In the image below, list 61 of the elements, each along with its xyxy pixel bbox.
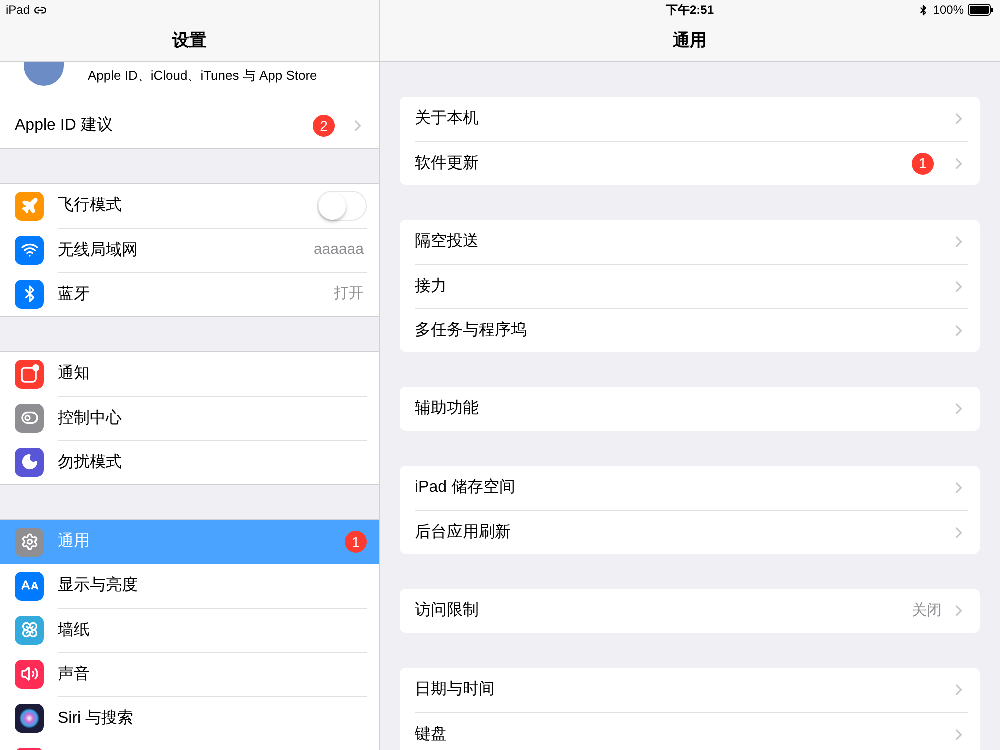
page-title: 通用 [673, 30, 707, 52]
settings-row[interactable]: 辅助功能 [400, 387, 980, 431]
item-label: Apple ID 建议 [15, 116, 114, 136]
item-label: 声音 [58, 664, 91, 684]
row-label: 访问限制 [415, 600, 480, 621]
notification-icon [15, 360, 44, 388]
item-label: 飞行模式 [58, 196, 123, 216]
battery-icon [968, 4, 994, 16]
settings-icon [15, 528, 44, 556]
item-label: 墙纸 [58, 620, 91, 640]
status-time: 下午2:51 [664, 2, 716, 19]
row-label: 多任务与程序坞 [415, 320, 528, 340]
item-label: 控制中心 [58, 408, 123, 428]
row-label: 关于本机 [415, 108, 480, 129]
wifi-icon [15, 236, 44, 264]
bluetooth-icon [918, 4, 930, 16]
settings-row[interactable]: 键盘 [400, 712, 980, 750]
settings-row[interactable]: 软件更新 1 [400, 141, 980, 185]
notification-badge: 2 [313, 115, 335, 137]
moon-icon [15, 448, 44, 476]
bluetooth-icon [15, 280, 44, 308]
toggle-switch[interactable] [317, 191, 367, 221]
row-label: 键盘 [415, 724, 448, 744]
battery-percent: 100% [933, 2, 964, 19]
item-label: 显示与亮度 [58, 576, 139, 596]
settings-row[interactable]: 后台应用刷新 [400, 510, 980, 554]
switches-icon [15, 404, 44, 432]
row-label: 后台应用刷新 [415, 522, 512, 542]
row-label: 辅助功能 [415, 398, 480, 419]
siri-icon [15, 704, 44, 732]
settings-row[interactable]: 访问限制 关闭 [400, 589, 980, 633]
notification-badge: 1 [345, 531, 367, 553]
row-label: iPad 储存空间 [415, 478, 516, 498]
item-label: 勿扰模式 [58, 452, 123, 472]
notification-badge: 1 [912, 152, 934, 174]
text-size-icon [15, 572, 44, 600]
row-label: 软件更新 [415, 154, 480, 174]
item-label: 蓝牙 [58, 284, 91, 304]
settings-row[interactable]: iPad 储存空间 [400, 466, 980, 510]
item-label: 通用 [58, 532, 91, 552]
row-label: 隔空投送 [415, 232, 480, 252]
account-subtitle: Apple ID、iCloud、iTunes 与 App Store [88, 66, 318, 85]
settings-row[interactable]: 关于本机 [400, 97, 980, 141]
settings-row[interactable]: 隔空投送 [400, 220, 980, 264]
sidebar-title: 设置 [172, 30, 206, 52]
sidebar-item[interactable]: 通用 1 [0, 520, 379, 564]
settings-row[interactable]: 多任务与程序坞 [400, 308, 980, 352]
device-name: iPad [6, 2, 30, 19]
row-value: 关闭 [912, 600, 942, 621]
item-label: Siri 与搜索 [58, 708, 135, 728]
item-value: aaaaaa [314, 240, 364, 260]
row-label: 日期与时间 [415, 680, 496, 700]
flower-icon [15, 616, 44, 644]
settings-row[interactable]: 接力 [400, 264, 980, 308]
row-label: 接力 [415, 276, 448, 296]
item-label: 通知 [58, 364, 91, 384]
airplane-icon [15, 192, 44, 220]
item-value: 打开 [334, 284, 364, 304]
speaker-icon [15, 660, 44, 688]
settings-row[interactable]: 日期与时间 [400, 668, 980, 712]
item-label: 无线局域网 [58, 240, 139, 260]
